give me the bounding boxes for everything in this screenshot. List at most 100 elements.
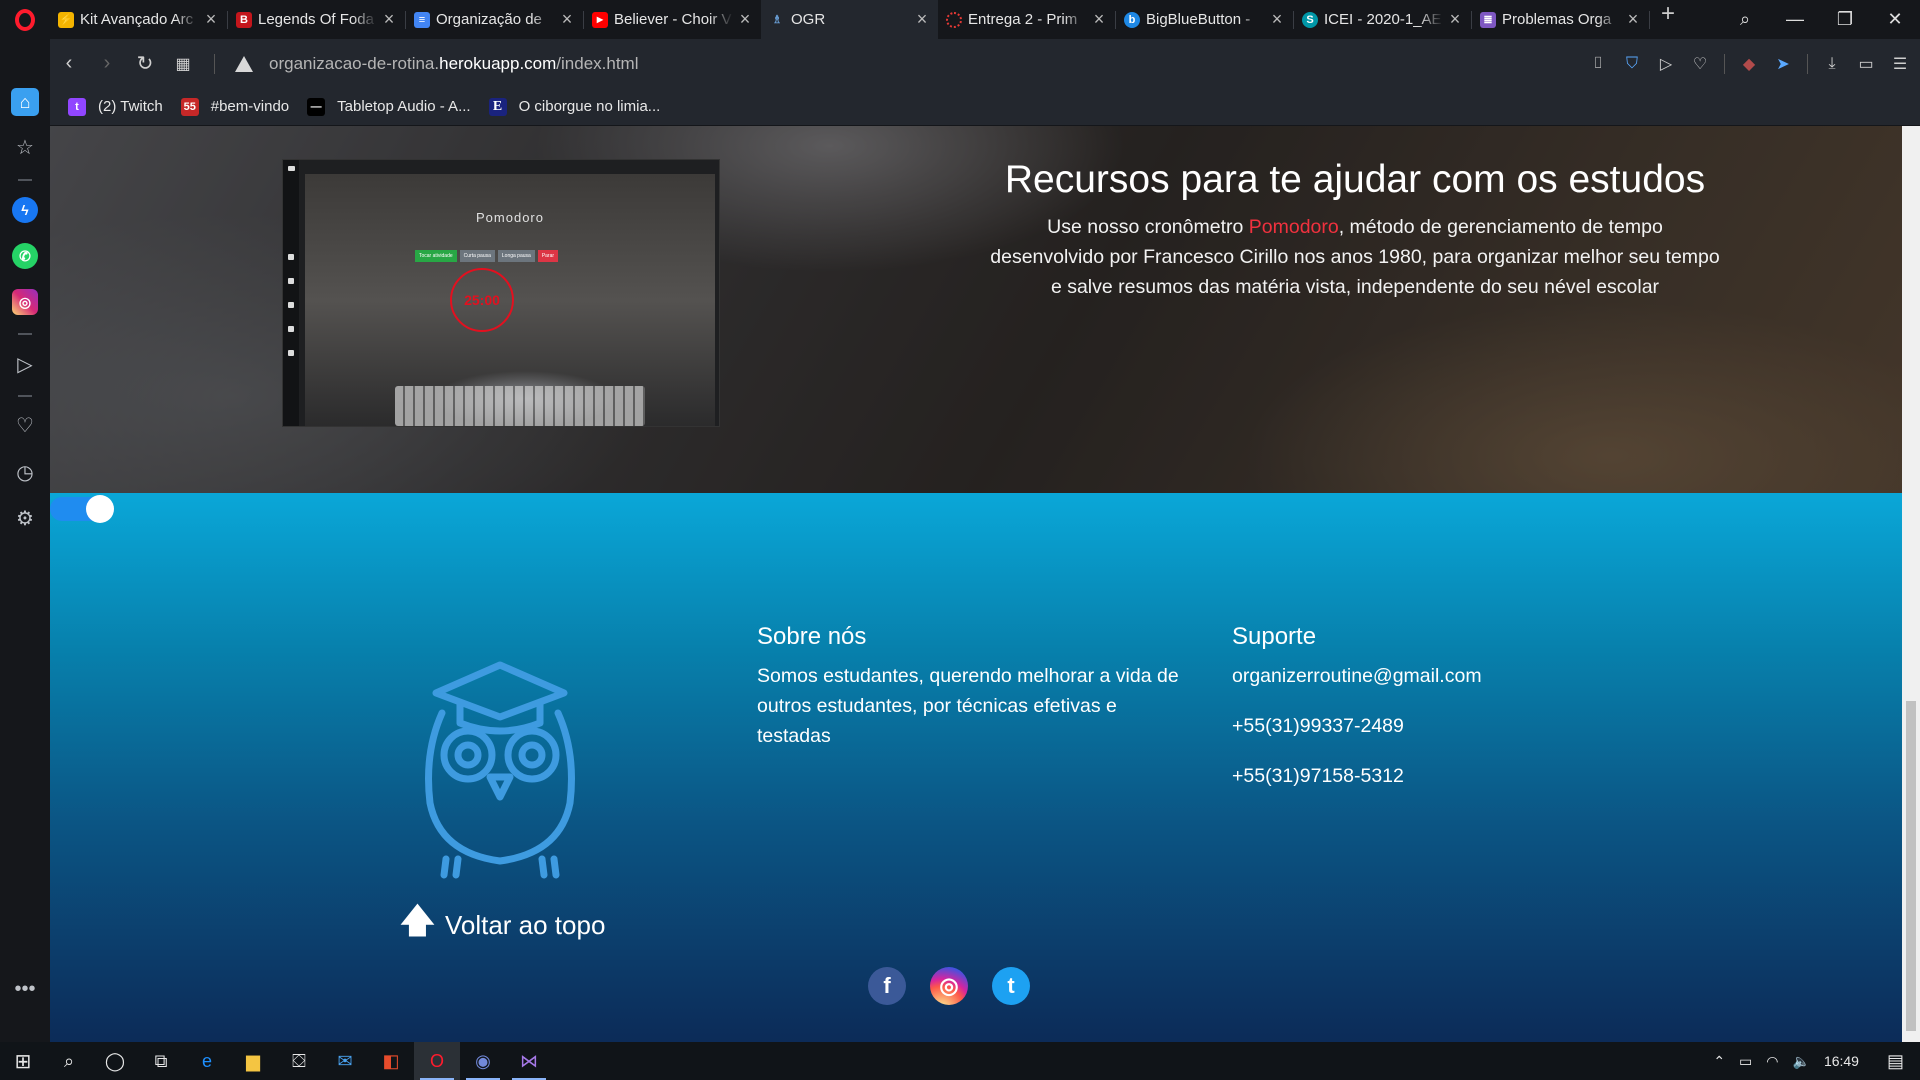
scrollbar-thumb[interactable] [1906, 701, 1916, 1031]
support-heading: Suporte [1232, 623, 1317, 650]
not-secure-icon[interactable] [235, 55, 253, 72]
whatsapp-icon: ✆ [12, 243, 38, 269]
tab-close-icon[interactable]: × [1447, 9, 1463, 30]
theme-toggle[interactable] [50, 495, 114, 523]
bookmark-label: (2) Twitch [98, 98, 163, 115]
back-button[interactable]: ‹ [50, 52, 88, 75]
tab-title: Kit Avançado Arc [80, 11, 194, 28]
support-column: Suporte organizerroutine@gmail.com +55(3… [1232, 623, 1662, 811]
mail-icon[interactable]: ✉ [322, 1042, 368, 1080]
more-dots-icon: ••• [14, 977, 36, 1000]
bookmark-label: #bem-vindo [210, 98, 290, 115]
extension-pointer-icon[interactable]: ➤ [1773, 54, 1793, 74]
tab-3[interactable]: ▶ Believer - Choir V × [584, 0, 761, 39]
minimize-button[interactable]: — [1770, 9, 1820, 30]
notifications-icon[interactable]: ▤ [1887, 1051, 1904, 1072]
extension-cube-icon[interactable]: ◆ [1739, 54, 1759, 74]
sidebar-bookmarks[interactable]: ☆ [0, 127, 50, 167]
clock-time[interactable]: 16:49 [1824, 1053, 1859, 1069]
forward-button[interactable]: › [88, 52, 126, 75]
sidebar-pinboards[interactable]: ♡ [0, 405, 50, 445]
bookmarks-bar: t (2) Twitch 55 #bem-vindo — Tabletop Audio… [50, 88, 1920, 126]
cortana-icon[interactable]: ◯ [92, 1042, 138, 1080]
facebook-icon[interactable]: f [868, 967, 906, 1005]
tab-7[interactable]: S ICEI - 2020-1_AE × [1294, 0, 1471, 39]
bookmark-label: O ciborgue no limia... [518, 98, 661, 115]
sidebar-instagram[interactable]: ◎ [0, 282, 50, 322]
task-view-icon[interactable]: ⧉ [138, 1042, 184, 1080]
windows-start-icon[interactable]: ⊞ [0, 1042, 46, 1080]
sidebar-settings[interactable]: ⚙ [0, 498, 50, 538]
opera-logo-icon [15, 8, 35, 31]
tab-title: Legends Of Foda [258, 11, 374, 28]
tab-close-icon[interactable]: × [559, 9, 575, 30]
battery-saver-icon[interactable]: ▭ [1856, 54, 1876, 74]
tab-close-icon[interactable]: × [1091, 9, 1107, 30]
tab-0[interactable]: ⚡ Kit Avançado Arc × [50, 0, 227, 39]
sidebar-home[interactable]: ⌂ [0, 82, 50, 122]
bookmark-ciborgue[interactable]: E O ciborgue no limia... [488, 97, 661, 116]
easy-setup-icon[interactable]: ☰ [1890, 54, 1910, 74]
bookmark-tabletop-audio[interactable]: — Tabletop Audio - A... [307, 97, 471, 116]
send-icon[interactable]: ▷ [1656, 54, 1676, 74]
tab-close-icon[interactable]: × [1625, 9, 1641, 30]
search-icon[interactable]: ⌕ [46, 1042, 92, 1080]
wifi-icon[interactable]: ◠ [1766, 1053, 1778, 1070]
tab-close-icon[interactable]: × [914, 9, 930, 30]
close-window-button[interactable]: ✕ [1870, 9, 1920, 30]
bookmark-bem-vindo[interactable]: 55 #bem-vindo [180, 97, 290, 116]
discord-icon[interactable]: ◉ [460, 1042, 506, 1080]
new-tab-button[interactable]: + [1650, 0, 1686, 39]
sidebar-messenger[interactable]: ϟ [0, 190, 50, 230]
vpn-shield-icon[interactable]: ⛉ [1622, 54, 1642, 74]
store-icon[interactable]: ⛋ [276, 1042, 322, 1080]
opera-menu-button[interactable] [0, 0, 50, 39]
twitter-icon[interactable]: t [992, 967, 1030, 1005]
visual-studio-icon[interactable]: ⋈ [506, 1042, 552, 1080]
sidebar-whatsapp[interactable]: ✆ [0, 236, 50, 276]
tab-search-icon[interactable]: ⌕ [1720, 9, 1770, 30]
pomodoro-link[interactable]: Pomodoro [1249, 216, 1339, 238]
office-icon[interactable]: ◧ [368, 1042, 414, 1080]
tab-close-icon[interactable]: × [381, 9, 397, 30]
sidebar-more[interactable]: ••• [0, 969, 50, 1009]
camera-icon[interactable]: ⌷ [1588, 54, 1608, 74]
tab-8[interactable]: ≣ Problemas Orga × [1472, 0, 1649, 39]
tab-close-icon[interactable]: × [737, 9, 753, 30]
battery-icon[interactable]: ▭ [1739, 1053, 1752, 1070]
instagram-icon[interactable]: ◎ [930, 967, 968, 1005]
bookmark-twitch[interactable]: t (2) Twitch [68, 97, 163, 116]
sidebar-flow[interactable]: ▷ [0, 344, 50, 384]
back-to-top-link[interactable]: 🡅 Voltar ao topo [400, 897, 605, 954]
download-icon[interactable]: ⤓ [1822, 54, 1842, 74]
volume-icon[interactable]: 🔈 [1793, 1053, 1810, 1070]
tab-2[interactable]: ≡ Organização de × [406, 0, 583, 39]
chevron-up-icon[interactable]: ⌃ [1713, 1053, 1725, 1070]
tab-favicon-icon: ≣ [1480, 11, 1496, 28]
send-icon: ▷ [17, 353, 33, 376]
resources-description: Use nosso cronômetro Pomodoro, método de… [990, 212, 1720, 302]
tab-close-icon[interactable]: × [1269, 9, 1285, 30]
tab-list: ⚡ Kit Avançado Arc × B Legends Of Foda × ≡ Or… [50, 0, 1686, 39]
tab-1[interactable]: B Legends Of Foda × [228, 0, 405, 39]
restore-button[interactable]: ❐ [1820, 9, 1870, 30]
back-to-top-label: Voltar ao topo [444, 910, 606, 940]
tab-4-active[interactable]: ♗ OGR × [761, 0, 938, 39]
sidebar-history[interactable]: ◷ [0, 452, 50, 492]
reload-icon[interactable]: ↻ [126, 51, 164, 76]
tab-close-icon[interactable]: × [203, 9, 219, 30]
speed-dial-icon[interactable]: ▦ [164, 54, 202, 74]
heart-icon[interactable]: ♡ [1690, 54, 1710, 74]
edge-icon[interactable]: e [184, 1042, 230, 1080]
windows-taskbar: ⊞ ⌕ ◯ ⧉ e ▆ ⛋ ✉ ◧ O ◉ ⋈ ⌃ ▭ ◠ 🔈 16:49 ▤ [0, 1042, 1920, 1080]
tab-favicon-icon: ⚡ [58, 11, 74, 28]
tab-6[interactable]: b BigBlueButton - × [1116, 0, 1293, 39]
page-scrollbar[interactable] [1902, 126, 1920, 1042]
tab-5[interactable]: Entrega 2 - Prim × [938, 0, 1115, 39]
file-explorer-icon[interactable]: ▆ [230, 1042, 276, 1080]
keyboard-image [395, 386, 645, 426]
support-email[interactable]: organizerroutine@gmail.com [1232, 661, 1662, 691]
url-field[interactable]: organizacao-de-rotina.herokuapp.com/inde… [269, 54, 639, 74]
opera-taskbar-icon[interactable]: O [414, 1042, 460, 1080]
social-links: f ◎ t [868, 967, 1030, 1005]
